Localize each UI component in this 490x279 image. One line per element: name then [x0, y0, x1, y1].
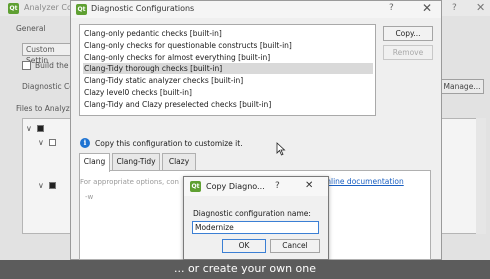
qt-logo-icon: Qt — [8, 3, 19, 14]
config-list-item[interactable]: Clang-only pedantic checks [built-in] — [83, 28, 373, 39]
options-hint-text: For appropriate options, con — [80, 178, 179, 186]
info-icon: i — [80, 138, 90, 148]
dialog-help-button[interactable]: ? — [389, 3, 394, 13]
analyzer-help-button[interactable]: ? — [452, 3, 457, 13]
copy-dialog-title: Copy Diagno... — [206, 182, 265, 191]
copy-dialog-close-button[interactable]: ✕ — [305, 180, 313, 191]
files-to-analyze-label: Files to Analyz — [16, 104, 70, 113]
dialog-title: Diagnostic Configurations — [91, 4, 195, 13]
cancel-button[interactable]: Cancel — [270, 239, 320, 253]
ok-button[interactable]: OK — [222, 239, 266, 253]
build-project-checkbox[interactable] — [22, 61, 31, 70]
copy-dialog-help-button[interactable]: ? — [275, 181, 280, 191]
analyzer-window-title: Analyzer Co — [24, 3, 72, 12]
general-section-label: General — [16, 24, 46, 33]
chevron-down-icon[interactable]: ∨ — [38, 181, 44, 190]
copy-configuration-dialog: Qt Copy Diagno... ? ✕ Diagnostic configu… — [183, 176, 329, 260]
config-list-item-selected[interactable]: Clang-Tidy thorough checks [built-in] — [83, 63, 373, 74]
caption-text: ... or create your own one — [173, 262, 317, 275]
copy-dialog-title-bar: Qt Copy Diagno... ? ✕ — [184, 177, 328, 196]
dialog-close-button[interactable]: ✕ — [422, 1, 432, 15]
config-list-item[interactable]: Clazy level0 checks [built-in] — [83, 87, 373, 98]
config-name-input[interactable]: Modernize — [192, 221, 319, 234]
qt-logo-icon: Qt — [76, 4, 87, 15]
tab-clang-tidy[interactable]: Clang-Tidy — [112, 153, 160, 171]
remove-button[interactable]: Remove — [383, 45, 433, 60]
info-message: Copy this configuration to customize it. — [95, 139, 243, 148]
diagnostic-config-label: Diagnostic Co — [22, 82, 74, 91]
chevron-down-icon[interactable]: ∨ — [38, 138, 44, 147]
tab-clang[interactable]: Clang — [79, 153, 110, 172]
qt-logo-icon: Qt — [190, 181, 201, 192]
manage-button[interactable]: Manage... — [440, 79, 484, 94]
chevron-down-icon[interactable]: ∨ — [26, 124, 32, 133]
copy-button[interactable]: Copy... — [383, 26, 433, 41]
config-list-item[interactable]: Clang-Tidy static analyzer checks [built… — [83, 75, 373, 86]
tree-checkbox-icon[interactable] — [49, 182, 56, 189]
tree-checkbox-icon[interactable] — [37, 125, 44, 132]
settings-combo[interactable]: Custom Settin — [22, 43, 74, 65]
dialog-title-bar: Qt Diagnostic Configurations ? ✕ — [71, 1, 441, 18]
tab-clazy[interactable]: Clazy — [162, 153, 196, 171]
files-tree-scrollbar[interactable] — [476, 118, 486, 234]
config-name-label: Diagnostic configuration name: — [193, 209, 311, 218]
config-list-item[interactable]: Clang-only checks for questionable const… — [83, 40, 373, 51]
config-list-item[interactable]: Clang-only checks for almost everything … — [83, 52, 373, 63]
clang-flags-text[interactable]: -w — [85, 193, 93, 201]
config-list-item[interactable]: Clang-Tidy and Clazy preselected checks … — [83, 99, 373, 110]
configurations-list[interactable]: Clang-only pedantic checks [built-in] Cl… — [79, 24, 376, 116]
tree-checkbox-icon[interactable] — [49, 139, 56, 146]
mouse-cursor-icon — [276, 142, 286, 156]
analyzer-close-button[interactable]: ✕ — [476, 1, 485, 14]
